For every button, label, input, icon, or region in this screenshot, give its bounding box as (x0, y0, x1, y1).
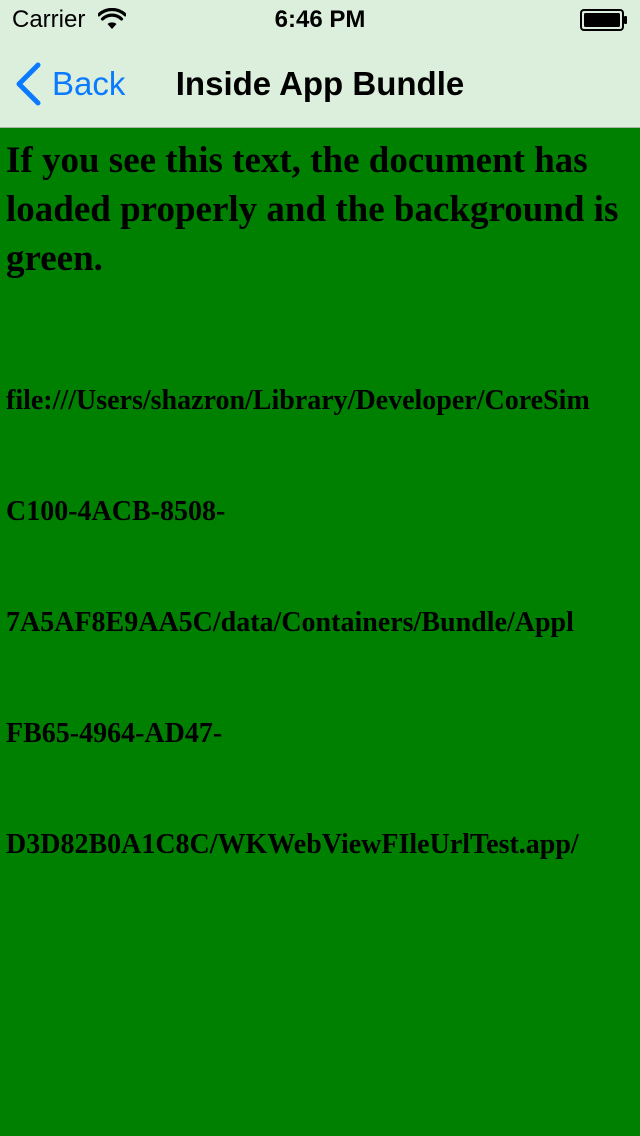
file-url-line: C100-4ACB-8508- (6, 496, 226, 527)
file-url-line: D3D82B0A1C8C/WKWebViewFIleUrlTest.app/ (6, 829, 579, 860)
web-view[interactable]: If you see this text, the document has l… (0, 128, 640, 1136)
file-url-line: 7A5AF8E9AA5C/data/Containers/Bundle/Appl (6, 607, 574, 638)
app-screen: Carrier 6:46 PM Back Inside App Bundle I… (0, 0, 640, 1136)
navigation-bar: Back Inside App Bundle (0, 40, 640, 128)
page-headline: If you see this text, the document has l… (6, 140, 619, 279)
file-url-line: FB65-4964-AD47- (6, 718, 223, 749)
top-bar: Carrier 6:46 PM Back Inside App Bundle (0, 0, 640, 128)
status-time: 6:46 PM (274, 6, 366, 33)
status-bar: Carrier 6:46 PM (0, 0, 640, 40)
battery-full-icon (580, 9, 627, 31)
file-url-text: file:///Users/shazron/Library/Developer/… (6, 308, 640, 937)
file-url-line: file:///Users/shazron/Library/Developer/… (6, 385, 590, 416)
nav-title: Inside App Bundle (175, 65, 465, 102)
